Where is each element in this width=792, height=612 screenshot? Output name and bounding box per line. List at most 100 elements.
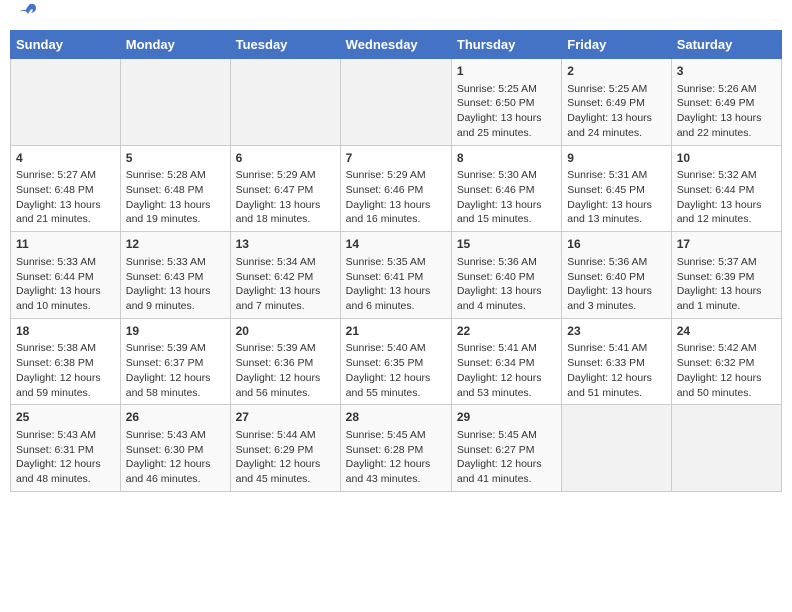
day-info: Daylight: 12 hours and 58 minutes. bbox=[126, 371, 225, 400]
calendar-cell: 13Sunrise: 5:34 AMSunset: 6:42 PMDayligh… bbox=[230, 232, 340, 319]
day-info: Daylight: 12 hours and 55 minutes. bbox=[346, 371, 446, 400]
day-info: Sunrise: 5:35 AM bbox=[346, 255, 446, 270]
calendar-cell: 6Sunrise: 5:29 AMSunset: 6:47 PMDaylight… bbox=[230, 145, 340, 232]
day-info: Sunset: 6:37 PM bbox=[126, 356, 225, 371]
calendar-cell bbox=[562, 405, 671, 492]
calendar-cell: 20Sunrise: 5:39 AMSunset: 6:36 PMDayligh… bbox=[230, 318, 340, 405]
day-info: Sunset: 6:36 PM bbox=[236, 356, 335, 371]
day-info: Daylight: 13 hours and 13 minutes. bbox=[567, 198, 665, 227]
day-info: Sunrise: 5:29 AM bbox=[236, 168, 335, 183]
day-info: Sunrise: 5:40 AM bbox=[346, 341, 446, 356]
calendar-cell bbox=[340, 59, 451, 146]
day-number: 16 bbox=[567, 236, 665, 253]
day-info: Sunset: 6:28 PM bbox=[346, 443, 446, 458]
day-number: 3 bbox=[677, 63, 776, 80]
day-info: Daylight: 13 hours and 1 minute. bbox=[677, 284, 776, 313]
day-info: Daylight: 12 hours and 41 minutes. bbox=[457, 457, 556, 486]
calendar-cell: 2Sunrise: 5:25 AMSunset: 6:49 PMDaylight… bbox=[562, 59, 671, 146]
day-info: Sunrise: 5:29 AM bbox=[346, 168, 446, 183]
day-info: Daylight: 12 hours and 48 minutes. bbox=[16, 457, 115, 486]
day-info: Sunrise: 5:44 AM bbox=[236, 428, 335, 443]
day-info: Sunset: 6:30 PM bbox=[126, 443, 225, 458]
day-number: 6 bbox=[236, 150, 335, 167]
day-info: Daylight: 13 hours and 18 minutes. bbox=[236, 198, 335, 227]
day-info: Sunrise: 5:41 AM bbox=[567, 341, 665, 356]
calendar-cell: 22Sunrise: 5:41 AMSunset: 6:34 PMDayligh… bbox=[451, 318, 561, 405]
day-info: Sunset: 6:34 PM bbox=[457, 356, 556, 371]
calendar-cell: 7Sunrise: 5:29 AMSunset: 6:46 PMDaylight… bbox=[340, 145, 451, 232]
day-info: Daylight: 13 hours and 9 minutes. bbox=[126, 284, 225, 313]
day-number: 7 bbox=[346, 150, 446, 167]
calendar-cell: 24Sunrise: 5:42 AMSunset: 6:32 PMDayligh… bbox=[671, 318, 781, 405]
day-info: Daylight: 12 hours and 53 minutes. bbox=[457, 371, 556, 400]
day-info: Daylight: 13 hours and 7 minutes. bbox=[236, 284, 335, 313]
day-info: Sunrise: 5:25 AM bbox=[567, 82, 665, 97]
calendar-cell: 16Sunrise: 5:36 AMSunset: 6:40 PMDayligh… bbox=[562, 232, 671, 319]
calendar-cell: 18Sunrise: 5:38 AMSunset: 6:38 PMDayligh… bbox=[11, 318, 121, 405]
calendar-cell: 19Sunrise: 5:39 AMSunset: 6:37 PMDayligh… bbox=[120, 318, 230, 405]
day-info: Daylight: 12 hours and 51 minutes. bbox=[567, 371, 665, 400]
day-info: Daylight: 12 hours and 46 minutes. bbox=[126, 457, 225, 486]
header-tuesday: Tuesday bbox=[230, 31, 340, 59]
calendar-cell bbox=[671, 405, 781, 492]
day-info: Daylight: 13 hours and 22 minutes. bbox=[677, 111, 776, 140]
day-number: 24 bbox=[677, 323, 776, 340]
calendar-cell: 21Sunrise: 5:40 AMSunset: 6:35 PMDayligh… bbox=[340, 318, 451, 405]
calendar-cell: 11Sunrise: 5:33 AMSunset: 6:44 PMDayligh… bbox=[11, 232, 121, 319]
day-info: Sunset: 6:48 PM bbox=[16, 183, 115, 198]
calendar-cell: 5Sunrise: 5:28 AMSunset: 6:48 PMDaylight… bbox=[120, 145, 230, 232]
calendar-cell: 23Sunrise: 5:41 AMSunset: 6:33 PMDayligh… bbox=[562, 318, 671, 405]
day-info: Daylight: 12 hours and 43 minutes. bbox=[346, 457, 446, 486]
day-info: Sunrise: 5:45 AM bbox=[457, 428, 556, 443]
day-number: 10 bbox=[677, 150, 776, 167]
day-info: Sunset: 6:47 PM bbox=[236, 183, 335, 198]
day-info: Sunset: 6:32 PM bbox=[677, 356, 776, 371]
calendar-cell bbox=[120, 59, 230, 146]
day-info: Daylight: 12 hours and 56 minutes. bbox=[236, 371, 335, 400]
day-number: 18 bbox=[16, 323, 115, 340]
calendar-cell: 26 Sunrise: 5:43 AMSunset: 6:30 PMDayligh… bbox=[120, 405, 230, 492]
day-info: Daylight: 13 hours and 4 minutes. bbox=[457, 284, 556, 313]
day-number: 8 bbox=[457, 150, 556, 167]
calendar-cell: 29 Sunrise: 5:45 AMSunset: 6:27 PMDayligh… bbox=[451, 405, 561, 492]
calendar-cell: 12Sunrise: 5:33 AMSunset: 6:43 PMDayligh… bbox=[120, 232, 230, 319]
day-info: Sunset: 6:43 PM bbox=[126, 270, 225, 285]
day-number: 1 bbox=[457, 63, 556, 80]
day-info: Sunset: 6:27 PM bbox=[457, 443, 556, 458]
day-info: Sunset: 6:49 PM bbox=[567, 96, 665, 111]
day-info: Sunrise: 5:43 AM bbox=[16, 428, 115, 443]
day-info: Sunset: 6:38 PM bbox=[16, 356, 115, 371]
day-info: Sunrise: 5:33 AM bbox=[126, 255, 225, 270]
calendar-week-row: 11Sunrise: 5:33 AMSunset: 6:44 PMDayligh… bbox=[11, 232, 782, 319]
day-info: Daylight: 13 hours and 15 minutes. bbox=[457, 198, 556, 227]
day-info: Sunrise: 5:45 AM bbox=[346, 428, 446, 443]
day-info: Sunrise: 5:42 AM bbox=[677, 341, 776, 356]
day-info: Sunset: 6:40 PM bbox=[567, 270, 665, 285]
day-info: Sunset: 6:42 PM bbox=[236, 270, 335, 285]
day-number: 26 bbox=[126, 409, 225, 426]
day-info: Sunset: 6:40 PM bbox=[457, 270, 556, 285]
day-info: Sunset: 6:31 PM bbox=[16, 443, 115, 458]
day-info: Sunset: 6:45 PM bbox=[567, 183, 665, 198]
logo-text bbox=[14, 10, 38, 24]
calendar-cell: 28 Sunrise: 5:45 AMSunset: 6:28 PMDayligh… bbox=[340, 405, 451, 492]
day-info: Sunrise: 5:36 AM bbox=[567, 255, 665, 270]
day-info: Sunrise: 5:43 AM bbox=[126, 428, 225, 443]
day-number: 28 bbox=[346, 409, 446, 426]
day-number: 29 bbox=[457, 409, 556, 426]
day-info: Daylight: 12 hours and 59 minutes. bbox=[16, 371, 115, 400]
day-info: Daylight: 13 hours and 24 minutes. bbox=[567, 111, 665, 140]
day-number: 5 bbox=[126, 150, 225, 167]
day-info: Sunrise: 5:41 AM bbox=[457, 341, 556, 356]
day-info: Sunset: 6:29 PM bbox=[236, 443, 335, 458]
day-info: Sunrise: 5:38 AM bbox=[16, 341, 115, 356]
day-info: Daylight: 13 hours and 19 minutes. bbox=[126, 198, 225, 227]
calendar-cell: 10Sunrise: 5:32 AMSunset: 6:44 PMDayligh… bbox=[671, 145, 781, 232]
calendar-cell: 14Sunrise: 5:35 AMSunset: 6:41 PMDayligh… bbox=[340, 232, 451, 319]
day-info: Sunset: 6:44 PM bbox=[16, 270, 115, 285]
header-friday: Friday bbox=[562, 31, 671, 59]
day-info: Daylight: 13 hours and 12 minutes. bbox=[677, 198, 776, 227]
header-monday: Monday bbox=[120, 31, 230, 59]
calendar-cell bbox=[230, 59, 340, 146]
day-number: 21 bbox=[346, 323, 446, 340]
